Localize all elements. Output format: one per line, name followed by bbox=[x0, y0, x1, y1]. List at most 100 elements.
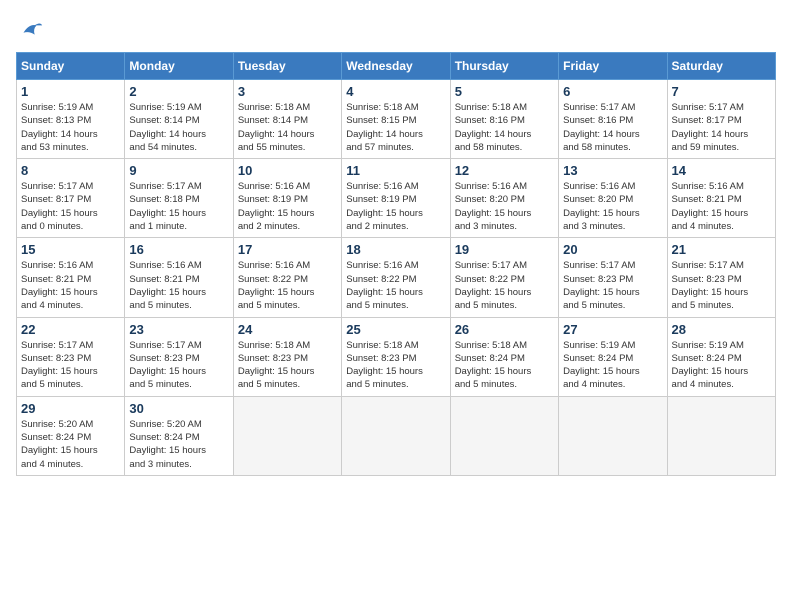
day-number: 23 bbox=[129, 322, 228, 337]
day-info: Sunrise: 5:18 AMSunset: 8:15 PMDaylight:… bbox=[346, 101, 445, 154]
logo bbox=[16, 16, 48, 44]
day-number: 22 bbox=[21, 322, 120, 337]
day-cell-20: 20 Sunrise: 5:17 AMSunset: 8:23 PMDaylig… bbox=[559, 238, 667, 317]
day-number: 30 bbox=[129, 401, 228, 416]
day-number: 9 bbox=[129, 163, 228, 178]
empty-cell bbox=[667, 396, 775, 475]
day-info: Sunrise: 5:19 AMSunset: 8:14 PMDaylight:… bbox=[129, 101, 228, 154]
day-info: Sunrise: 5:17 AMSunset: 8:23 PMDaylight:… bbox=[672, 259, 771, 312]
day-cell-27: 27 Sunrise: 5:19 AMSunset: 8:24 PMDaylig… bbox=[559, 317, 667, 396]
weekday-header-monday: Monday bbox=[125, 53, 233, 80]
day-number: 3 bbox=[238, 84, 337, 99]
empty-cell bbox=[450, 396, 558, 475]
week-row-4: 22 Sunrise: 5:17 AMSunset: 8:23 PMDaylig… bbox=[17, 317, 776, 396]
day-cell-23: 23 Sunrise: 5:17 AMSunset: 8:23 PMDaylig… bbox=[125, 317, 233, 396]
day-info: Sunrise: 5:17 AMSunset: 8:23 PMDaylight:… bbox=[129, 339, 228, 392]
calendar-table: SundayMondayTuesdayWednesdayThursdayFrid… bbox=[16, 52, 776, 476]
day-cell-25: 25 Sunrise: 5:18 AMSunset: 8:23 PMDaylig… bbox=[342, 317, 450, 396]
day-info: Sunrise: 5:20 AMSunset: 8:24 PMDaylight:… bbox=[21, 418, 120, 471]
day-number: 16 bbox=[129, 242, 228, 257]
day-cell-4: 4 Sunrise: 5:18 AMSunset: 8:15 PMDayligh… bbox=[342, 80, 450, 159]
day-number: 25 bbox=[346, 322, 445, 337]
day-number: 4 bbox=[346, 84, 445, 99]
day-number: 2 bbox=[129, 84, 228, 99]
day-number: 11 bbox=[346, 163, 445, 178]
day-info: Sunrise: 5:17 AMSunset: 8:17 PMDaylight:… bbox=[672, 101, 771, 154]
day-cell-24: 24 Sunrise: 5:18 AMSunset: 8:23 PMDaylig… bbox=[233, 317, 341, 396]
day-info: Sunrise: 5:19 AMSunset: 8:24 PMDaylight:… bbox=[563, 339, 662, 392]
day-cell-13: 13 Sunrise: 5:16 AMSunset: 8:20 PMDaylig… bbox=[559, 159, 667, 238]
day-info: Sunrise: 5:19 AMSunset: 8:24 PMDaylight:… bbox=[672, 339, 771, 392]
day-cell-11: 11 Sunrise: 5:16 AMSunset: 8:19 PMDaylig… bbox=[342, 159, 450, 238]
day-info: Sunrise: 5:18 AMSunset: 8:24 PMDaylight:… bbox=[455, 339, 554, 392]
week-row-2: 8 Sunrise: 5:17 AMSunset: 8:17 PMDayligh… bbox=[17, 159, 776, 238]
day-cell-8: 8 Sunrise: 5:17 AMSunset: 8:17 PMDayligh… bbox=[17, 159, 125, 238]
empty-cell bbox=[233, 396, 341, 475]
day-number: 10 bbox=[238, 163, 337, 178]
day-cell-18: 18 Sunrise: 5:16 AMSunset: 8:22 PMDaylig… bbox=[342, 238, 450, 317]
weekday-header-sunday: Sunday bbox=[17, 53, 125, 80]
day-info: Sunrise: 5:16 AMSunset: 8:22 PMDaylight:… bbox=[238, 259, 337, 312]
day-info: Sunrise: 5:17 AMSunset: 8:23 PMDaylight:… bbox=[563, 259, 662, 312]
logo-bird-icon bbox=[16, 16, 44, 44]
day-cell-6: 6 Sunrise: 5:17 AMSunset: 8:16 PMDayligh… bbox=[559, 80, 667, 159]
day-cell-2: 2 Sunrise: 5:19 AMSunset: 8:14 PMDayligh… bbox=[125, 80, 233, 159]
day-cell-26: 26 Sunrise: 5:18 AMSunset: 8:24 PMDaylig… bbox=[450, 317, 558, 396]
day-number: 19 bbox=[455, 242, 554, 257]
day-info: Sunrise: 5:16 AMSunset: 8:21 PMDaylight:… bbox=[129, 259, 228, 312]
day-info: Sunrise: 5:16 AMSunset: 8:21 PMDaylight:… bbox=[672, 180, 771, 233]
day-info: Sunrise: 5:20 AMSunset: 8:24 PMDaylight:… bbox=[129, 418, 228, 471]
day-cell-7: 7 Sunrise: 5:17 AMSunset: 8:17 PMDayligh… bbox=[667, 80, 775, 159]
day-cell-15: 15 Sunrise: 5:16 AMSunset: 8:21 PMDaylig… bbox=[17, 238, 125, 317]
week-row-3: 15 Sunrise: 5:16 AMSunset: 8:21 PMDaylig… bbox=[17, 238, 776, 317]
day-cell-12: 12 Sunrise: 5:16 AMSunset: 8:20 PMDaylig… bbox=[450, 159, 558, 238]
day-info: Sunrise: 5:17 AMSunset: 8:23 PMDaylight:… bbox=[21, 339, 120, 392]
day-number: 26 bbox=[455, 322, 554, 337]
day-cell-19: 19 Sunrise: 5:17 AMSunset: 8:22 PMDaylig… bbox=[450, 238, 558, 317]
day-cell-9: 9 Sunrise: 5:17 AMSunset: 8:18 PMDayligh… bbox=[125, 159, 233, 238]
day-number: 21 bbox=[672, 242, 771, 257]
day-cell-28: 28 Sunrise: 5:19 AMSunset: 8:24 PMDaylig… bbox=[667, 317, 775, 396]
day-info: Sunrise: 5:16 AMSunset: 8:20 PMDaylight:… bbox=[455, 180, 554, 233]
day-number: 7 bbox=[672, 84, 771, 99]
day-number: 24 bbox=[238, 322, 337, 337]
day-info: Sunrise: 5:16 AMSunset: 8:19 PMDaylight:… bbox=[238, 180, 337, 233]
day-number: 28 bbox=[672, 322, 771, 337]
day-info: Sunrise: 5:17 AMSunset: 8:17 PMDaylight:… bbox=[21, 180, 120, 233]
week-row-5: 29 Sunrise: 5:20 AMSunset: 8:24 PMDaylig… bbox=[17, 396, 776, 475]
weekday-header-wednesday: Wednesday bbox=[342, 53, 450, 80]
day-cell-29: 29 Sunrise: 5:20 AMSunset: 8:24 PMDaylig… bbox=[17, 396, 125, 475]
week-row-1: 1 Sunrise: 5:19 AMSunset: 8:13 PMDayligh… bbox=[17, 80, 776, 159]
day-number: 5 bbox=[455, 84, 554, 99]
day-info: Sunrise: 5:18 AMSunset: 8:16 PMDaylight:… bbox=[455, 101, 554, 154]
day-info: Sunrise: 5:17 AMSunset: 8:18 PMDaylight:… bbox=[129, 180, 228, 233]
day-number: 14 bbox=[672, 163, 771, 178]
day-cell-1: 1 Sunrise: 5:19 AMSunset: 8:13 PMDayligh… bbox=[17, 80, 125, 159]
day-cell-22: 22 Sunrise: 5:17 AMSunset: 8:23 PMDaylig… bbox=[17, 317, 125, 396]
day-number: 27 bbox=[563, 322, 662, 337]
weekday-header-tuesday: Tuesday bbox=[233, 53, 341, 80]
day-cell-14: 14 Sunrise: 5:16 AMSunset: 8:21 PMDaylig… bbox=[667, 159, 775, 238]
weekday-header-saturday: Saturday bbox=[667, 53, 775, 80]
day-cell-5: 5 Sunrise: 5:18 AMSunset: 8:16 PMDayligh… bbox=[450, 80, 558, 159]
weekday-header-friday: Friday bbox=[559, 53, 667, 80]
empty-cell bbox=[559, 396, 667, 475]
day-number: 18 bbox=[346, 242, 445, 257]
day-info: Sunrise: 5:18 AMSunset: 8:14 PMDaylight:… bbox=[238, 101, 337, 154]
day-number: 17 bbox=[238, 242, 337, 257]
day-number: 1 bbox=[21, 84, 120, 99]
empty-cell bbox=[342, 396, 450, 475]
calendar-header: SundayMondayTuesdayWednesdayThursdayFrid… bbox=[17, 53, 776, 80]
day-info: Sunrise: 5:17 AMSunset: 8:16 PMDaylight:… bbox=[563, 101, 662, 154]
day-cell-21: 21 Sunrise: 5:17 AMSunset: 8:23 PMDaylig… bbox=[667, 238, 775, 317]
day-cell-30: 30 Sunrise: 5:20 AMSunset: 8:24 PMDaylig… bbox=[125, 396, 233, 475]
day-info: Sunrise: 5:16 AMSunset: 8:19 PMDaylight:… bbox=[346, 180, 445, 233]
day-info: Sunrise: 5:18 AMSunset: 8:23 PMDaylight:… bbox=[238, 339, 337, 392]
day-number: 29 bbox=[21, 401, 120, 416]
day-cell-10: 10 Sunrise: 5:16 AMSunset: 8:19 PMDaylig… bbox=[233, 159, 341, 238]
day-info: Sunrise: 5:18 AMSunset: 8:23 PMDaylight:… bbox=[346, 339, 445, 392]
day-number: 20 bbox=[563, 242, 662, 257]
day-number: 6 bbox=[563, 84, 662, 99]
day-info: Sunrise: 5:19 AMSunset: 8:13 PMDaylight:… bbox=[21, 101, 120, 154]
day-cell-16: 16 Sunrise: 5:16 AMSunset: 8:21 PMDaylig… bbox=[125, 238, 233, 317]
